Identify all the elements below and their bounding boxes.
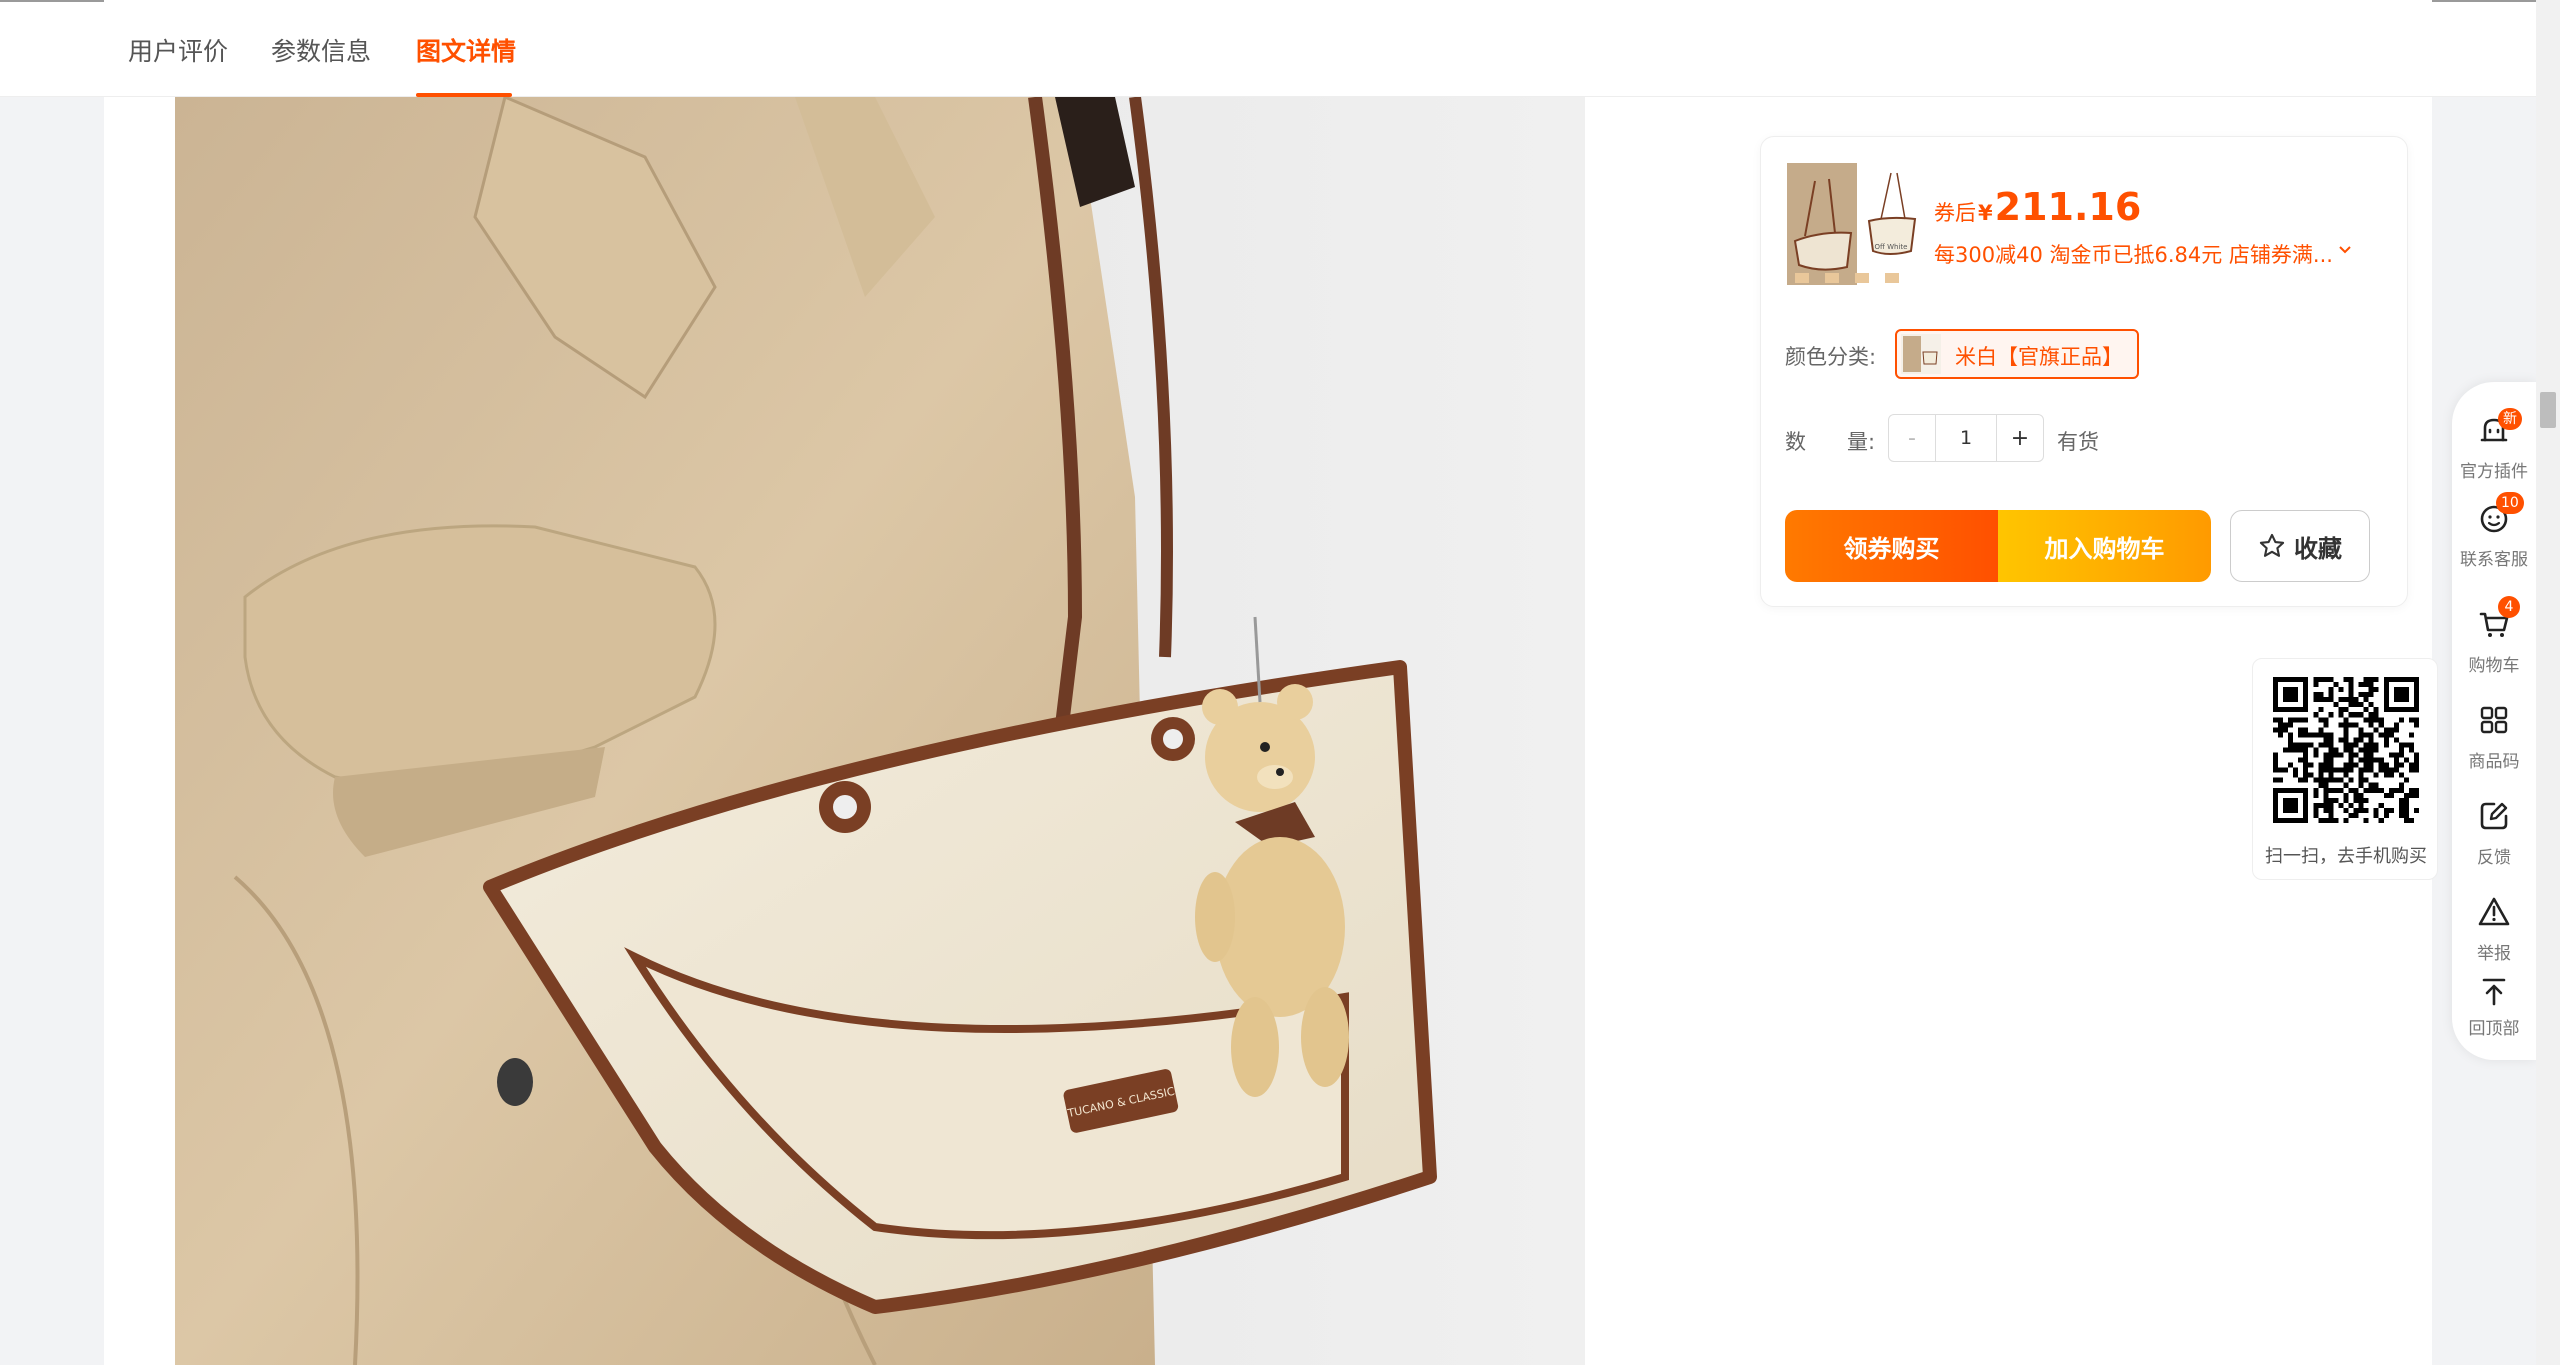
sidebar-item-label: 联系客服 <box>2460 550 2528 570</box>
price-value: 211.16 <box>1994 185 2142 229</box>
mobile-qr-panel: 扫一扫，去手机购买 <box>2252 658 2438 880</box>
thumbnail-label: Off White <box>1875 243 1908 251</box>
qr-code <box>2273 677 2419 823</box>
color-swatch-image <box>1901 334 1941 374</box>
sidebar-item-cart[interactable]: 4 购物车 <box>2452 596 2536 686</box>
quantity-label-1: 数 <box>1785 430 1806 454</box>
scrollbar-thumb[interactable] <box>2540 392 2556 428</box>
color-option-label: 米白【官旗正品】 <box>1955 345 2123 369</box>
qr-caption: 扫一扫，去手机购买 <box>2265 846 2427 867</box>
sidebar-item-label: 官方插件 <box>2460 462 2528 482</box>
warning-icon <box>2478 897 2510 926</box>
chevron-down-icon[interactable] <box>2336 241 2354 259</box>
add-to-cart-button[interactable]: 加入购物车 <box>1998 510 2211 582</box>
right-tool-sidebar: 新 官方插件 10 联系客服 4 购物车 商品码 反馈 举报 回顶部 <box>2452 382 2536 1060</box>
favorite-button[interactable]: 收藏 <box>2230 510 2370 582</box>
tab-image-details[interactable]: 图文详情 <box>416 32 516 68</box>
sidebar-item-customer-service[interactable]: 10 联系客服 <box>2452 492 2536 580</box>
product-thumbnail[interactable]: Off White <box>1785 161 1925 287</box>
sidebar-item-label: 购物车 <box>2468 656 2520 676</box>
price-row: 券后 ¥ 211.16 <box>1934 185 2141 229</box>
grid-code-icon <box>2480 706 2508 734</box>
quantity-input[interactable] <box>1936 415 1996 461</box>
quantity-label-2: 量: <box>1847 430 1876 454</box>
feedback-edit-icon <box>2480 802 2508 830</box>
promo-text[interactable]: 每300减40 淘金币已抵6.84元 店铺券满... <box>1934 239 2333 269</box>
sidebar-item-label: 举报 <box>2477 944 2511 964</box>
sidebar-item-feedback[interactable]: 反馈 <box>2452 798 2536 878</box>
new-badge: 新 <box>2498 408 2522 430</box>
color-option-selected[interactable]: 米白【官旗正品】 <box>1895 329 2139 379</box>
sidebar-item-product-code[interactable]: 商品码 <box>2452 702 2536 782</box>
sidebar-item-official-plugin[interactable]: 新 官方插件 <box>2452 408 2536 492</box>
favorite-button-label: 收藏 <box>2294 534 2342 563</box>
page-scrollbar[interactable] <box>2536 0 2560 1365</box>
tab-user-reviews[interactable]: 用户评价 <box>128 32 228 68</box>
sidebar-item-label: 回顶部 <box>2468 1019 2520 1039</box>
currency-symbol: ¥ <box>1978 201 1993 225</box>
sidebar-item-label: 商品码 <box>2468 752 2520 772</box>
detail-tab-bar: 用户评价 参数信息 图文详情 <box>0 2 2536 97</box>
sidebar-item-label: 反馈 <box>2477 848 2511 868</box>
quantity-stepper: - + <box>1888 414 2044 462</box>
message-count-badge: 10 <box>2496 492 2524 514</box>
color-label: 颜色分类: <box>1785 345 1877 369</box>
sidebar-item-report[interactable]: 举报 <box>2452 894 2536 974</box>
price-prefix: 券后 <box>1934 201 1976 225</box>
quantity-increase-button[interactable]: + <box>1996 415 2043 461</box>
sidebar-item-back-to-top[interactable]: 回顶部 <box>2452 974 2536 1054</box>
cart-count-badge: 4 <box>2498 596 2520 618</box>
purchase-panel: Off White 券后 ¥ 211.16 每300减40 淘金币已抵6.84元… <box>1760 136 2408 607</box>
buy-with-coupon-button[interactable]: 领券购买 <box>1785 510 1998 582</box>
stock-status: 有货 <box>2057 430 2099 454</box>
product-detail-image: TUCANO & CLASSIC <box>175 97 1585 1365</box>
back-to-top-icon <box>2482 978 2506 1006</box>
quantity-decrease-button[interactable]: - <box>1889 415 1936 461</box>
star-icon <box>2259 533 2285 557</box>
tab-parameters[interactable]: 参数信息 <box>271 32 371 68</box>
